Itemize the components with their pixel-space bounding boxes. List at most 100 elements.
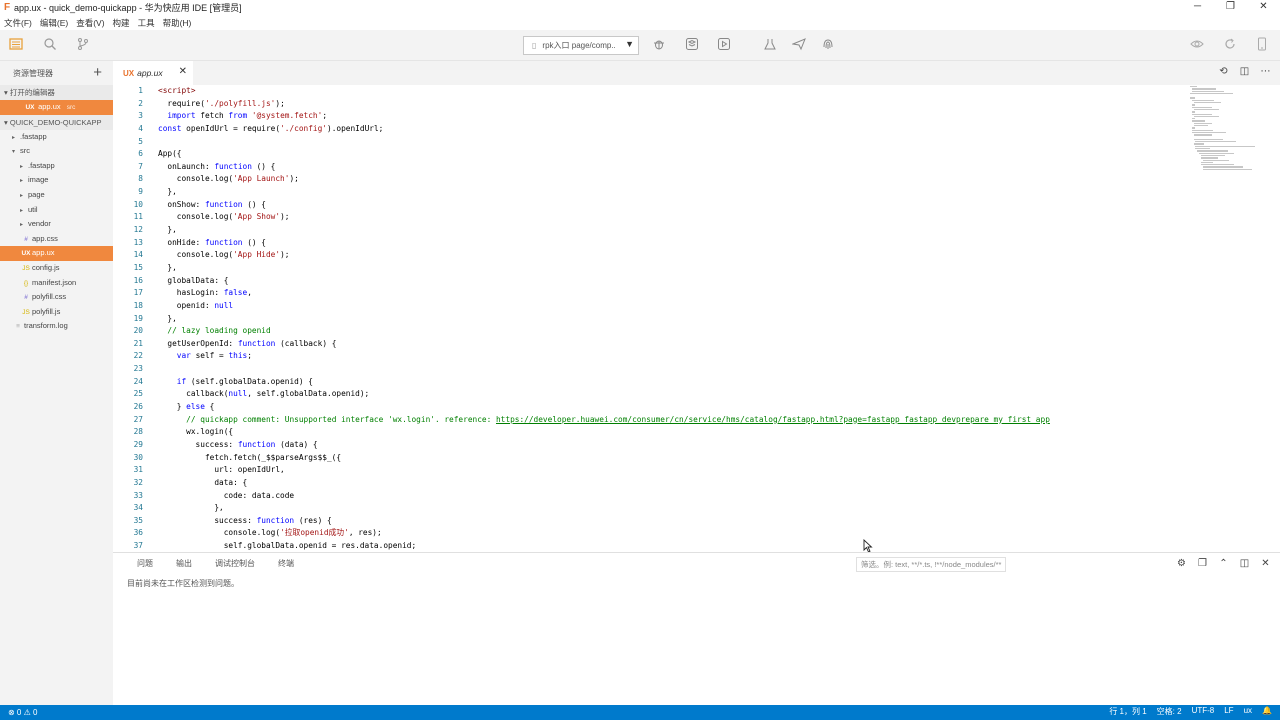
open-editors-section[interactable]: ▾ 打开的编辑器	[0, 85, 113, 100]
code-line[interactable]: globalData: {	[158, 275, 1188, 288]
tree-item[interactable]: ▸ page	[0, 188, 113, 203]
code-line[interactable]: wx.login({	[158, 426, 1188, 439]
close-tab-icon[interactable]: ✕	[179, 66, 187, 77]
code-line[interactable]: callback(null, self.globalData.openid);	[158, 388, 1188, 401]
minimap[interactable]	[1190, 85, 1280, 552]
end-of-line[interactable]: LF	[1224, 706, 1233, 717]
filter-settings-icon[interactable]: ⚙	[1171, 558, 1192, 569]
code-line[interactable]: import fetch from '@system.fetch';	[158, 110, 1188, 123]
code-line[interactable]: console.log('App Launch');	[158, 173, 1188, 186]
build-icon[interactable]	[684, 37, 700, 53]
phone-icon[interactable]	[1254, 37, 1270, 53]
indentation[interactable]: 空格: 2	[1157, 706, 1182, 717]
code-line[interactable]: self.globalData.openid = res.data.openid…	[158, 540, 1188, 552]
code-line[interactable]: } else {	[158, 401, 1188, 414]
tree-item[interactable]: ▸ util	[0, 203, 113, 218]
cursor-position[interactable]: 行 1，列 1	[1109, 706, 1146, 717]
code-line[interactable]: getUserOpenId: function (callback) {	[158, 338, 1188, 351]
tree-item[interactable]: ▸ vendor	[0, 217, 113, 232]
collapse-all-icon[interactable]: ❐	[1192, 558, 1213, 569]
code-line[interactable]: },	[158, 224, 1188, 237]
code-line[interactable]: // quickapp comment: Unsupported interfa…	[158, 414, 1188, 427]
minimize-button[interactable]: ─	[1181, 0, 1214, 15]
code-editor[interactable]: 1 2 3 4 5 6 7 8 9 10 11 12 13 14 15 16 17 18 19 20 21 22 23 24 2…	[113, 85, 1280, 552]
project-section[interactable]: ▾ QUICK_DEMO-QUICKAPP	[0, 114, 113, 130]
run-icon[interactable]	[716, 37, 732, 53]
code-line[interactable]: App({	[158, 148, 1188, 161]
tab-app-ux[interactable]: UX app.ux ✕	[113, 61, 193, 85]
explorer-icon[interactable]	[8, 37, 24, 53]
code-line[interactable]: const openIdUrl = require('./config').op…	[158, 123, 1188, 136]
split-editor-icon[interactable]: ◫	[1234, 66, 1255, 77]
open-editor-item[interactable]: UX app.ux src	[0, 100, 113, 115]
notifications-bell-icon[interactable]: 🔔	[1262, 706, 1272, 717]
tree-item[interactable]: ▸ .fastapp	[0, 130, 113, 145]
menu-build[interactable]: 构建	[113, 17, 130, 29]
menu-help[interactable]: 帮助(H)	[163, 17, 192, 29]
menu-view[interactable]: 查看(V)	[76, 17, 104, 29]
code-line[interactable]: var self = this;	[158, 350, 1188, 363]
code-line[interactable]: },	[158, 502, 1188, 515]
menu-edit[interactable]: 编辑(E)	[40, 17, 68, 29]
search-icon[interactable]	[42, 37, 58, 53]
code-line[interactable]: onHide: function () {	[158, 237, 1188, 250]
flask-icon[interactable]	[762, 37, 778, 53]
code-line[interactable]: require('./polyfill.js');	[158, 98, 1188, 111]
debug-icon[interactable]	[651, 37, 667, 53]
code-line[interactable]: console.log('App Show');	[158, 211, 1188, 224]
code-line[interactable]: success: function (data) {	[158, 439, 1188, 452]
problems-filter-input[interactable]: 筛选。例: text, **/*.ts, !**/node_modules/**	[856, 557, 1006, 572]
tree-item[interactable]: {} manifest.json	[0, 276, 113, 291]
code-line[interactable]: },	[158, 186, 1188, 199]
code-line[interactable]: onShow: function () {	[158, 199, 1188, 212]
maximize-panel-icon[interactable]: ⌃	[1213, 558, 1234, 569]
tab-terminal[interactable]: 终端	[278, 558, 294, 569]
tree-item[interactable]: # polyfill.css	[0, 290, 113, 305]
menu-tools[interactable]: 工具	[138, 17, 155, 29]
maximize-button[interactable]: ❐	[1214, 0, 1247, 15]
close-window-button[interactable]: ✕	[1247, 0, 1280, 15]
add-file-icon[interactable]: +	[93, 64, 102, 81]
send-icon[interactable]	[791, 37, 807, 53]
eye-icon[interactable]	[1189, 37, 1205, 53]
menu-file[interactable]: 文件(F)	[4, 17, 32, 29]
code-line[interactable]: data: {	[158, 477, 1188, 490]
tree-item[interactable]: JS polyfill.js	[0, 305, 113, 320]
panel-layout-icon[interactable]: ◫	[1234, 558, 1255, 569]
tree-item[interactable]: UXapp.ux	[0, 246, 113, 261]
encoding[interactable]: UTF-8	[1192, 706, 1215, 717]
rpk-entry-select[interactable]: ▯ rpk入口 page/comp.. ▼	[523, 36, 639, 55]
code-line[interactable]: if (self.globalData.openid) {	[158, 376, 1188, 389]
source-control-icon[interactable]	[75, 37, 91, 53]
code-line[interactable]: url: openIdUrl,	[158, 464, 1188, 477]
code-line[interactable]: success: function (res) {	[158, 515, 1188, 528]
tree-item[interactable]: # app.css	[0, 232, 113, 247]
code-line[interactable]: code: data.code	[158, 490, 1188, 503]
tree-item[interactable]: ▸ .fastapp	[0, 159, 113, 174]
tree-item[interactable]: JS config.js	[0, 261, 113, 276]
close-panel-icon[interactable]: ✕	[1255, 558, 1276, 569]
code-line[interactable]: fetch.fetch(_$$parseArgs$$_({	[158, 452, 1188, 465]
fingerprint-icon[interactable]	[820, 37, 836, 53]
code-line[interactable]: // lazy loading openid	[158, 325, 1188, 338]
code-line[interactable]: console.log('App Hide');	[158, 249, 1188, 262]
code-line[interactable]	[158, 363, 1188, 376]
language-mode[interactable]: ux	[1244, 706, 1252, 717]
tab-debug-console[interactable]: 调试控制台	[215, 558, 255, 569]
more-actions-icon[interactable]: ⋯	[1255, 66, 1276, 77]
tab-output[interactable]: 输出	[176, 558, 192, 569]
open-preview-icon[interactable]: ⟲	[1213, 66, 1234, 77]
tree-item[interactable]: ▾ src	[0, 144, 113, 159]
code-line[interactable]: <script>	[158, 85, 1188, 98]
code-line[interactable]: hasLogin: false,	[158, 287, 1188, 300]
code-content[interactable]: <script> require('./polyfill.js'); impor…	[158, 85, 1188, 552]
tree-item[interactable]: ▸ image	[0, 173, 113, 188]
code-line[interactable]: onLaunch: function () {	[158, 161, 1188, 174]
code-line[interactable]	[158, 136, 1188, 149]
code-line[interactable]: },	[158, 313, 1188, 326]
refresh-icon[interactable]	[1222, 37, 1238, 53]
problems-count[interactable]: ⊗ 0 ⚠ 0	[0, 708, 37, 717]
code-line[interactable]: console.log('拉取openid成功', res);	[158, 527, 1188, 540]
code-line[interactable]: },	[158, 262, 1188, 275]
tab-problems[interactable]: 问题	[137, 558, 153, 569]
